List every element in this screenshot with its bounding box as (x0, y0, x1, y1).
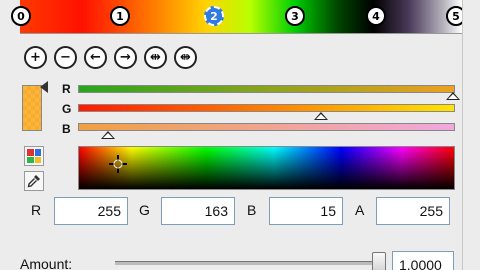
gradient-stop-4[interactable]: 4 (366, 6, 386, 26)
left-frame (0, 0, 20, 270)
eyedropper-button[interactable] (24, 171, 44, 191)
arrow-left-icon: ← (90, 50, 101, 65)
r-value-field[interactable]: 255 (54, 197, 128, 225)
palette-button[interactable] (24, 146, 44, 166)
eyedropper-icon (27, 175, 40, 188)
preview-marker-icon (40, 81, 48, 93)
b-slider-thumb[interactable] (101, 131, 116, 139)
right-frame (462, 0, 480, 270)
gradient-stop-2-selected[interactable]: 2 (204, 6, 224, 26)
r-slider-thumb[interactable] (446, 92, 460, 100)
palette-icon (27, 149, 41, 163)
b-value-field[interactable]: 15 (269, 197, 343, 225)
a-value-field[interactable]: 255 (376, 197, 450, 225)
gradient-stop-0[interactable]: 0 (11, 6, 31, 26)
b-field-label: B (247, 202, 257, 218)
r-channel-slider[interactable] (78, 85, 455, 93)
spread-out-button[interactable]: ⇼ (174, 46, 197, 69)
color-preview-swatch (22, 85, 42, 131)
gradient-strip[interactable]: 0 1 2 3 4 5 (11, 0, 466, 34)
move-stop-right-button[interactable]: → (114, 46, 137, 69)
color-spectrum-picker[interactable] (78, 146, 455, 190)
amount-slider-thumb[interactable] (372, 252, 386, 270)
a-field-label: A (355, 202, 365, 218)
minus-icon: − (60, 50, 71, 65)
b-channel-slider[interactable] (78, 123, 455, 131)
amount-label: Amount: (20, 256, 73, 270)
amount-slider-track[interactable] (115, 261, 385, 265)
remove-stop-button[interactable]: − (54, 46, 77, 69)
gradient-stop-1[interactable]: 1 (110, 6, 130, 26)
g-field-label: G (139, 202, 150, 218)
amount-value-field[interactable]: 1.0000 (392, 251, 454, 270)
g-channel-label: G (62, 102, 72, 116)
plus-icon: + (30, 50, 41, 65)
g-value-field[interactable]: 163 (161, 197, 235, 225)
g-channel-slider[interactable] (78, 104, 455, 112)
spread-in-icon: ⇹ (150, 50, 161, 65)
add-stop-button[interactable]: + (24, 46, 47, 69)
spread-in-button[interactable]: ⇹ (144, 46, 167, 69)
b-channel-label: B (62, 122, 71, 136)
stop-toolbar: + − ← → ⇹ ⇼ (24, 46, 197, 69)
r-field-label: R (31, 202, 42, 218)
gradient-stop-3[interactable]: 3 (285, 6, 305, 26)
r-channel-label: R (62, 82, 71, 96)
arrow-right-icon: → (120, 50, 131, 65)
crosshair-icon[interactable] (109, 155, 127, 173)
g-slider-thumb[interactable] (313, 112, 328, 120)
move-stop-left-button[interactable]: ← (84, 46, 107, 69)
spread-out-icon: ⇼ (180, 50, 191, 65)
